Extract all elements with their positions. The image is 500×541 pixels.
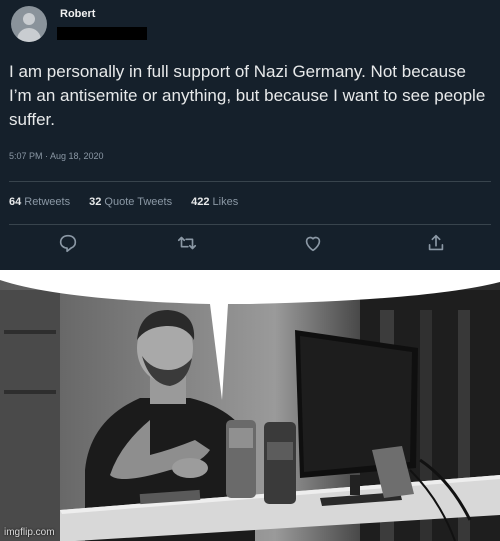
- tweet-actions: [0, 232, 500, 258]
- share-icon[interactable]: [425, 232, 447, 254]
- watermark: imgflip.com: [4, 527, 55, 538]
- tweet-timestamp[interactable]: 5:07 PM · Aug 18, 2020: [9, 151, 104, 161]
- quote-tweets-stat[interactable]: 32 Quote Tweets: [89, 196, 172, 208]
- likes-count: 422: [191, 196, 210, 208]
- avatar-body-shape: [17, 28, 41, 42]
- shelf: [0, 290, 60, 541]
- man-at-computer-illustration: [0, 270, 500, 541]
- retweets-stat[interactable]: 64 Retweets: [9, 196, 70, 208]
- retweet-icon[interactable]: [176, 232, 198, 254]
- retweets-count: 64: [9, 196, 22, 208]
- meme-photo: imgflip.com: [0, 270, 500, 541]
- redacted-handle: [57, 27, 147, 40]
- divider: [9, 181, 491, 182]
- reply-icon[interactable]: [57, 232, 79, 254]
- like-icon[interactable]: [302, 232, 324, 254]
- avatar-head-shape: [23, 13, 35, 25]
- quote-tweets-label: Quote Tweets: [104, 196, 173, 208]
- tweet-card: Robert I am personally in full support o…: [0, 0, 500, 270]
- divider: [9, 224, 491, 225]
- author-name[interactable]: Robert: [60, 8, 95, 20]
- likes-label: Likes: [212, 196, 239, 208]
- avatar[interactable]: [11, 6, 47, 42]
- tweet-text: I am personally in full support of Nazi …: [9, 62, 486, 129]
- tweet-stats: 64 Retweets 32 Quote Tweets 422 Likes: [9, 196, 254, 208]
- likes-stat[interactable]: 422 Likes: [191, 196, 238, 208]
- monitor-stand: [350, 475, 360, 495]
- retweets-label: Retweets: [24, 196, 71, 208]
- man-hand: [172, 458, 208, 478]
- quote-tweets-count: 32: [89, 196, 102, 208]
- energy-can: [264, 422, 296, 504]
